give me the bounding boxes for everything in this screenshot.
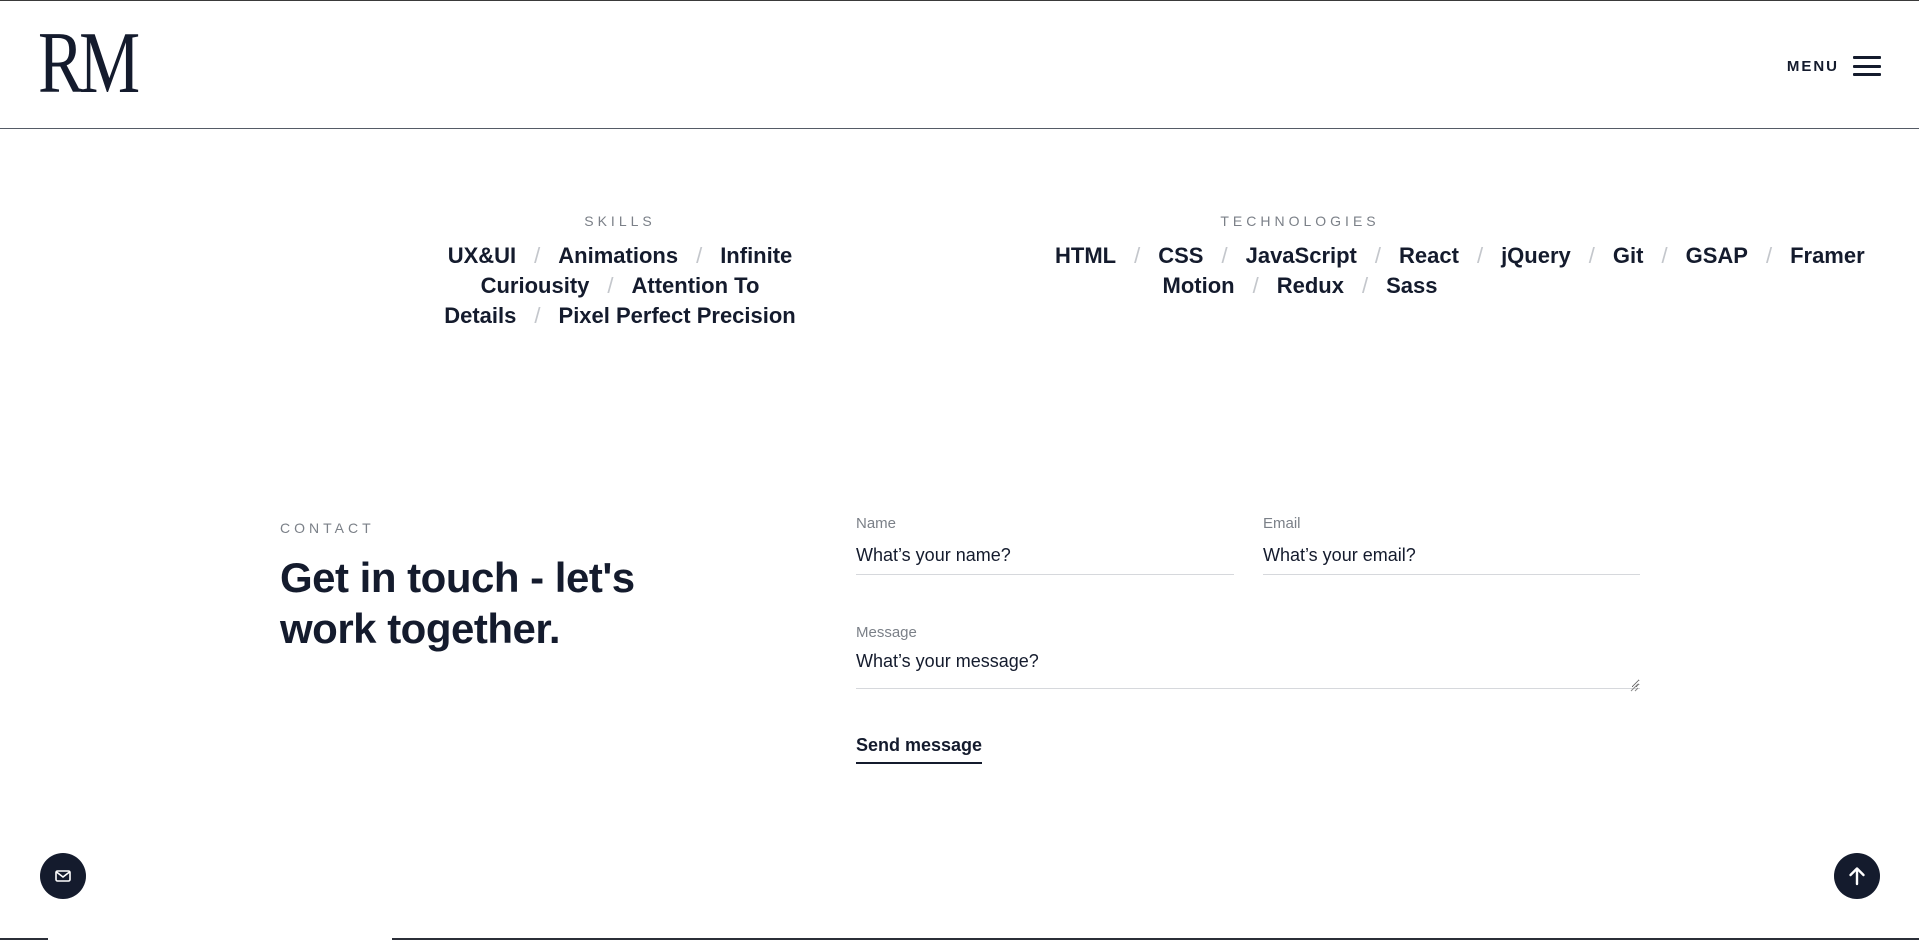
skills-section: SKILLS UX&UI / Animations / Infinite Curious… [410, 213, 830, 331]
email-input[interactable] [1263, 542, 1640, 575]
message-textarea[interactable] [856, 651, 1640, 689]
contact-heading: Get in touch - let's work together. [280, 552, 760, 654]
technologies-section: TECHNOLOGIES HTML / CSS / JavaScript / React / j… [1055, 213, 1865, 301]
hamburger-icon [1853, 56, 1881, 76]
send-message-button[interactable]: Send message [856, 735, 983, 764]
email-label: Email [1263, 515, 1301, 532]
resize-grip-icon[interactable] [1630, 683, 1639, 692]
skill-item: UX&UI [447, 243, 517, 268]
separator: / [1252, 273, 1259, 298]
skills-list: UX&UI / Animations / Infinite Curiousity / Att… [410, 241, 830, 331]
tech-item: React [1399, 243, 1459, 268]
message-label: Message [856, 624, 917, 641]
technologies-list: HTML / CSS / JavaScript / React / jQuery / Git / GSA… [1055, 241, 1865, 301]
contact-label: CONTACT [280, 520, 375, 536]
site-header: RM MENU [0, 1, 1919, 129]
skill-item: Pixel Perfect Precision [558, 303, 796, 328]
email-field: Email [1263, 515, 1640, 575]
separator: / [1476, 243, 1484, 268]
tech-item: HTML [1055, 243, 1117, 268]
tech-item: GSAP [1685, 243, 1748, 268]
skill-item: Animations [558, 243, 679, 268]
contact-intro: CONTACT Get in touch - let's work togeth… [280, 520, 760, 654]
separator: / [607, 273, 614, 298]
scroll-to-top-button[interactable] [1834, 853, 1880, 899]
separator: / [1588, 243, 1595, 268]
mail-icon [55, 870, 71, 882]
skills-title: SKILLS [584, 213, 656, 229]
logo[interactable]: RM [38, 20, 140, 108]
name-label: Name [856, 515, 897, 532]
separator: / [696, 243, 703, 268]
separator: / [534, 303, 541, 328]
menu-button[interactable]: MENU [1787, 49, 1881, 83]
tech-item: CSS [1158, 243, 1204, 268]
tech-item: JavaScript [1245, 243, 1357, 268]
name-field: Name [856, 515, 1234, 575]
tech-item: jQuery [1501, 243, 1571, 268]
technologies-title: TECHNOLOGIES [1220, 213, 1380, 229]
separator: / [1361, 273, 1369, 298]
arrow-up-icon [1849, 867, 1865, 886]
menu-label: MENU [1786, 57, 1839, 75]
separator: / [1661, 243, 1668, 268]
mail-button[interactable] [40, 853, 86, 899]
message-field: Message [856, 624, 1640, 694]
tech-item: Redux [1276, 273, 1344, 298]
separator: / [1134, 243, 1141, 268]
tech-item: Sass [1386, 273, 1438, 298]
contact-heading-line1: Get in touch - let's [280, 554, 635, 601]
name-input[interactable] [856, 542, 1234, 575]
contact-heading-line2: work together. [280, 605, 561, 652]
separator: / [1374, 243, 1382, 268]
separator: / [1765, 243, 1773, 268]
separator: / [1221, 243, 1228, 268]
tech-item: Git [1612, 243, 1644, 268]
separator: / [534, 243, 541, 268]
